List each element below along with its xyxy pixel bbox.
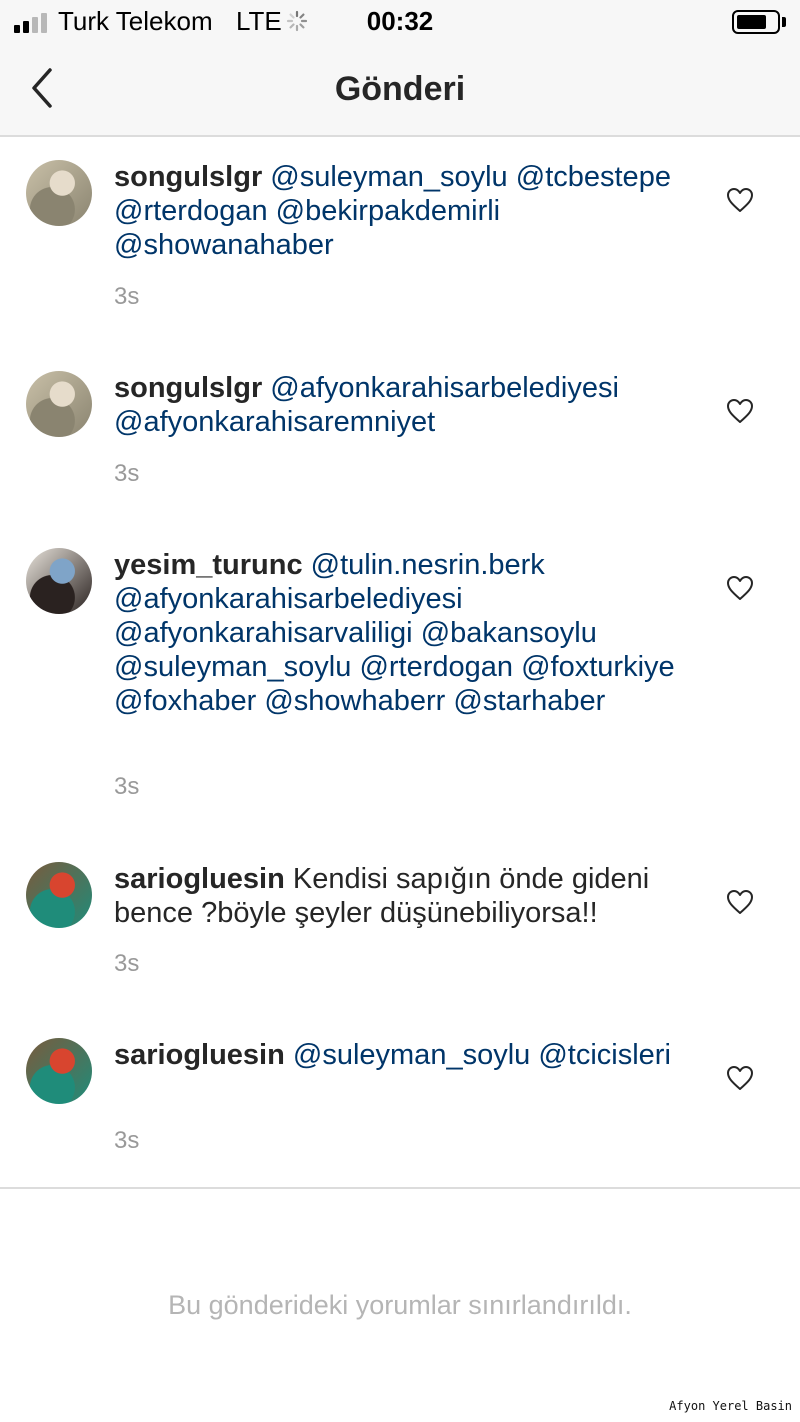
divider bbox=[0, 1187, 800, 1189]
comment-timestamp: 3s bbox=[114, 773, 140, 800]
comment-username[interactable]: songulslgr bbox=[114, 161, 262, 193]
mention-link[interactable]: @afyonkarahisarbelediyesi bbox=[114, 583, 463, 615]
mention-link[interactable]: @afyonkarahisarbelediyesi bbox=[270, 372, 619, 404]
mention-link[interactable]: @tcbestepe bbox=[516, 161, 671, 193]
avatar[interactable] bbox=[26, 1038, 92, 1104]
mention-link[interactable]: @suleyman_soylu bbox=[293, 1039, 530, 1071]
mention-link[interactable]: @afyonkarahisaremniyet bbox=[114, 406, 435, 438]
text-space bbox=[413, 617, 421, 649]
mention-link[interactable]: @rterdogan bbox=[114, 195, 268, 227]
heart-outline-icon[interactable] bbox=[726, 889, 754, 915]
mention-link[interactable]: @bekirpakdemirli bbox=[276, 195, 500, 227]
mention-link[interactable]: @foxhaber bbox=[114, 685, 256, 717]
comment-username[interactable]: sariogluesin bbox=[114, 863, 285, 895]
watermark: Afyon Yerel Basin bbox=[669, 1399, 792, 1413]
avatar[interactable] bbox=[26, 371, 92, 437]
comments-restricted-note: Bu gönderideki yorumlar sınırlandırıldı. bbox=[168, 1290, 632, 1320]
text-space bbox=[513, 651, 521, 683]
mention-link[interactable]: @rterdogan bbox=[359, 651, 513, 683]
mention-link[interactable]: @foxturkiye bbox=[521, 651, 675, 683]
battery-tip bbox=[782, 17, 786, 27]
comment-text: sariogluesin @suleyman_soylu @tcicisleri bbox=[114, 1038, 684, 1072]
mention-link[interactable]: @afyonkarahisarvaliligi bbox=[114, 617, 413, 649]
mention-link[interactable]: @suleyman_soylu bbox=[270, 161, 507, 193]
mention-link[interactable]: @showanahaber bbox=[114, 229, 334, 261]
battery-icon bbox=[732, 10, 780, 34]
comment-timestamp: 3s bbox=[114, 950, 140, 977]
comment-timestamp: 3s bbox=[114, 460, 140, 487]
comment-timestamp: 3s bbox=[114, 283, 140, 310]
avatar[interactable] bbox=[26, 862, 92, 928]
heart-outline-icon[interactable] bbox=[726, 187, 754, 213]
mention-link[interactable]: @bakansoylu bbox=[421, 617, 597, 649]
mention-link[interactable]: @showhaberr bbox=[264, 685, 445, 717]
mention-link[interactable]: @tcicisleri bbox=[538, 1039, 671, 1071]
heart-outline-icon[interactable] bbox=[726, 1065, 754, 1091]
status-bar: Turk Telekom LTE 00:32 bbox=[0, 0, 800, 44]
comment-text: songulslgr @afyonkarahisarbelediyesi @af… bbox=[114, 371, 684, 439]
status-time: 00:32 bbox=[366, 6, 434, 36]
avatar[interactable] bbox=[26, 160, 92, 226]
comment-username[interactable]: sariogluesin bbox=[114, 1039, 285, 1071]
comment-text: sariogluesin Kendisi sapığın önde gideni… bbox=[114, 862, 684, 930]
mention-link[interactable]: @starhaber bbox=[453, 685, 605, 717]
comment-text: songulslgr @suleyman_soylu @tcbestepe @r… bbox=[114, 160, 684, 262]
text-space bbox=[508, 161, 516, 193]
avatar[interactable] bbox=[26, 548, 92, 614]
nav-bar: Gönderi bbox=[0, 44, 800, 137]
mention-link[interactable]: @tulin.nesrin.berk bbox=[311, 549, 545, 581]
comment-text: yesim_turunc @tulin.nesrin.berk @afyonka… bbox=[114, 548, 684, 718]
heart-outline-icon[interactable] bbox=[726, 398, 754, 424]
text-space bbox=[268, 195, 276, 227]
mention-link[interactable]: @suleyman_soylu bbox=[114, 651, 351, 683]
comment-username[interactable]: songulslgr bbox=[114, 372, 262, 404]
comment-username[interactable]: yesim_turunc bbox=[114, 549, 303, 581]
comment-timestamp: 3s bbox=[114, 1127, 140, 1154]
page-title: Gönderi bbox=[334, 70, 466, 108]
heart-outline-icon[interactable] bbox=[726, 575, 754, 601]
